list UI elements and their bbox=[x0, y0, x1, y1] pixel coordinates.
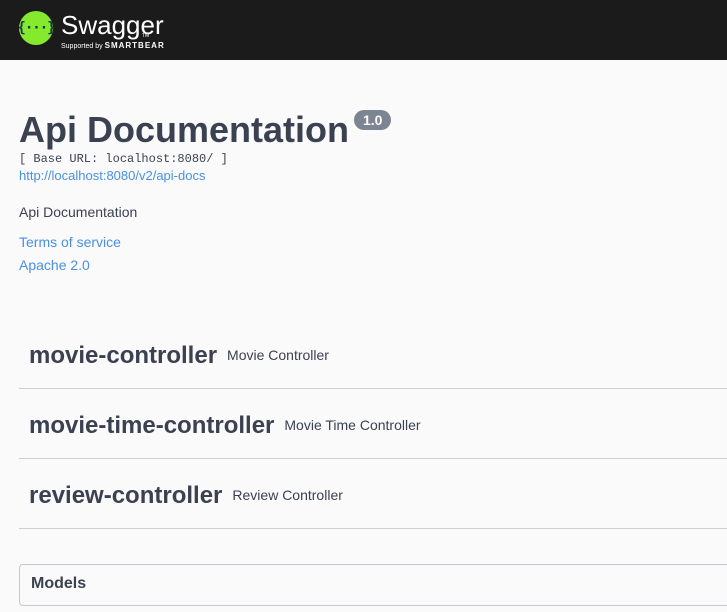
tag-name[interactable]: movie-controller bbox=[29, 342, 217, 369]
base-url: [ Base URL: localhost:8080/ ] bbox=[19, 152, 228, 166]
tag-section-movie-controller[interactable]: movie-controller Movie Controller bbox=[19, 320, 727, 389]
brand-subtitle: Supported by SMARTBEAR bbox=[61, 41, 165, 50]
license-link[interactable]: Apache 2.0 bbox=[19, 257, 90, 273]
tag-header[interactable]: review-controller Review Controller bbox=[29, 480, 343, 511]
brand-sub-prefix: Supported by bbox=[61, 43, 103, 50]
models-label[interactable]: Models bbox=[31, 575, 86, 593]
tag-header[interactable]: movie-controller Movie Controller bbox=[29, 340, 329, 371]
tag-description: Movie Time Controller bbox=[284, 417, 421, 433]
api-description: Api Documentation bbox=[19, 204, 138, 220]
page-title: Api Documentation bbox=[19, 109, 349, 150]
tag-name[interactable]: review-controller bbox=[29, 482, 222, 509]
models-section[interactable]: Models bbox=[19, 564, 727, 606]
brand-trademark: TM bbox=[142, 33, 150, 39]
terms-of-service-link[interactable]: Terms of service bbox=[19, 234, 121, 250]
tag-name[interactable]: movie-time-controller bbox=[29, 412, 274, 439]
swagger-logo-icon[interactable]: {···} bbox=[17, 11, 56, 45]
api-docs-link[interactable]: http://localhost:8080/v2/api-docs bbox=[19, 168, 205, 183]
tag-section-review-controller[interactable]: review-controller Review Controller bbox=[19, 460, 727, 529]
tag-description: Review Controller bbox=[232, 487, 343, 503]
version-badge: 1.0 bbox=[354, 110, 392, 130]
topbar: {···} Swagger TM Supported by SMARTBEAR bbox=[0, 0, 727, 60]
tag-section-movie-time-controller[interactable]: movie-time-controller Movie Time Controll… bbox=[19, 390, 727, 459]
brand-sub-company: SMARTBEAR bbox=[104, 41, 165, 50]
tag-header[interactable]: movie-time-controller Movie Time Controll… bbox=[29, 410, 421, 441]
tag-description: Movie Controller bbox=[227, 347, 329, 363]
